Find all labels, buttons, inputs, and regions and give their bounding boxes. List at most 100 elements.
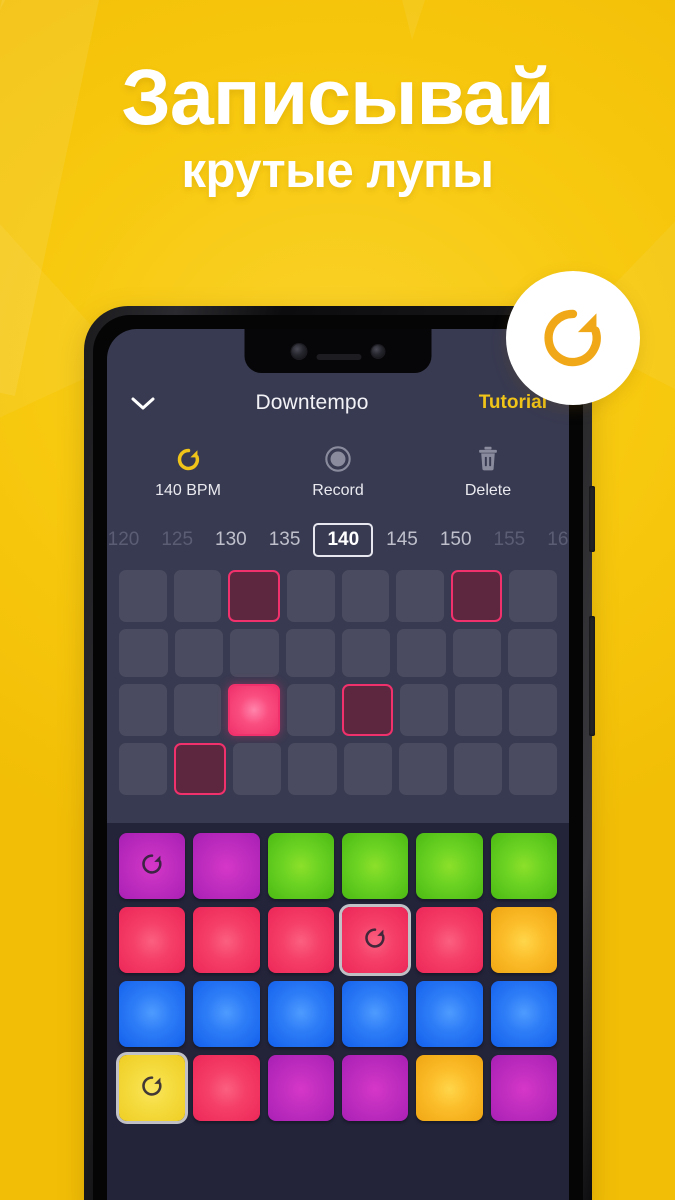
loop-refresh-icon <box>365 927 385 948</box>
sequencer-cell-active[interactable] <box>228 684 280 736</box>
pad-blue[interactable] <box>119 981 186 1047</box>
page-title: Downtempo <box>255 391 369 414</box>
chevron-down-icon <box>131 397 155 410</box>
pad-orange[interactable] <box>416 1055 483 1121</box>
pad-green[interactable] <box>267 833 334 899</box>
pad-blue[interactable] <box>267 981 334 1047</box>
sequencer-cell-off[interactable] <box>119 742 168 795</box>
pad-row <box>119 833 557 899</box>
pad-row <box>119 1055 557 1121</box>
pad-magenta[interactable] <box>193 833 260 899</box>
pad-blue[interactable] <box>416 981 483 1047</box>
bpm-tick[interactable]: 155 <box>483 529 537 551</box>
sequencer-cell-off[interactable] <box>230 628 279 678</box>
bpm-tick[interactable]: 16 <box>536 529 569 551</box>
sequencer-cell-off[interactable] <box>173 570 222 622</box>
bpm-tick[interactable]: 130 <box>204 529 258 551</box>
pad-magenta-loop[interactable] <box>119 833 186 899</box>
sequencer-grid[interactable] <box>107 560 569 795</box>
sequencer-row <box>119 742 557 795</box>
sequencer-row <box>119 684 557 736</box>
sequencer-cell-off[interactable] <box>508 628 557 678</box>
pad-green[interactable] <box>416 833 483 899</box>
sequencer-cell-on[interactable] <box>450 570 503 622</box>
promo-headline: Записывай крутые лупы <box>0 52 675 199</box>
sequencer-cell-off[interactable] <box>509 684 557 736</box>
pad-blue[interactable] <box>193 981 260 1047</box>
loop-refresh-icon <box>544 309 601 367</box>
bpm-button[interactable]: 140 BPM <box>113 443 263 500</box>
sequencer-cell-off[interactable] <box>454 684 503 736</box>
pad-pink[interactable] <box>416 907 483 973</box>
sequencer-cell-off[interactable] <box>452 628 502 678</box>
sequencer-cell-off[interactable] <box>398 742 447 795</box>
bpm-label: 140 BPM <box>155 482 221 499</box>
secondary-camera-icon <box>371 344 385 358</box>
sequencer-cell-off[interactable] <box>288 742 337 795</box>
phone-mockup: Downtempo Tutorial 140 BPM Record Delete… <box>84 306 595 1200</box>
loop-refresh-icon <box>142 853 162 874</box>
sequencer-cell-off[interactable] <box>286 570 335 622</box>
app-header: Downtempo Tutorial <box>107 381 569 425</box>
sequencer-cell-off[interactable] <box>400 684 448 736</box>
sequencer-cell-off[interactable] <box>119 684 167 736</box>
pad-magenta[interactable] <box>490 1055 557 1121</box>
bpm-tick-selected[interactable]: 140 <box>313 523 374 557</box>
sequencer-cell-off[interactable] <box>286 684 335 736</box>
sequencer-cell-off[interactable] <box>233 742 282 795</box>
pad-pink-loop[interactable] <box>341 907 409 973</box>
pad-blue[interactable] <box>341 981 409 1047</box>
bpm-tick[interactable]: 145 <box>375 529 429 551</box>
pad-pink[interactable] <box>119 907 186 973</box>
sequencer-cell-off[interactable] <box>341 628 391 678</box>
app-toolbar: 140 BPM Record Delete <box>107 443 569 500</box>
sequencer-cell-off[interactable] <box>174 628 224 678</box>
pad-pink[interactable] <box>193 1055 260 1121</box>
promo-headline-line2: крутые лупы <box>181 144 494 199</box>
front-camera-icon <box>291 343 307 359</box>
phone-screen: Downtempo Tutorial 140 BPM Record Delete… <box>107 329 569 1200</box>
pad-pink[interactable] <box>267 907 334 973</box>
sequencer-cell-off[interactable] <box>453 742 502 795</box>
sequencer-cell-on[interactable] <box>341 684 394 736</box>
sequencer-cell-on[interactable] <box>228 570 280 622</box>
sequencer-cell-off[interactable] <box>119 570 167 622</box>
earpiece-speaker <box>316 354 362 360</box>
pad-blue[interactable] <box>490 981 557 1047</box>
pad-row <box>119 981 557 1047</box>
sequencer-cell-off[interactable] <box>343 742 392 795</box>
collapse-button[interactable] <box>129 394 165 412</box>
sequencer-cell-off[interactable] <box>508 742 557 795</box>
sequencer-cell-off[interactable] <box>119 628 168 678</box>
sequencer-cell-off[interactable] <box>397 628 446 678</box>
promo-headline-line1: Записывай <box>121 52 554 141</box>
sequencer-cell-off[interactable] <box>285 628 335 678</box>
pad-grid[interactable] <box>107 823 569 1200</box>
sequencer-cell-off[interactable] <box>341 570 390 622</box>
pad-magenta[interactable] <box>341 1055 409 1121</box>
record-button[interactable]: Record <box>263 443 413 500</box>
delete-button[interactable]: Delete <box>413 443 563 500</box>
pad-magenta[interactable] <box>267 1055 334 1121</box>
delete-label: Delete <box>464 482 512 499</box>
sequencer-cell-off[interactable] <box>396 570 444 622</box>
trash-delete-icon <box>413 443 563 475</box>
bpm-ruler[interactable]: 120 125 130 135 140 145 150 155 16 <box>107 520 569 560</box>
bpm-tick[interactable]: 150 <box>429 529 483 551</box>
bpm-tick[interactable]: 135 <box>258 529 312 551</box>
tutorial-button[interactable]: Tutorial <box>459 392 547 414</box>
pad-green[interactable] <box>341 833 409 899</box>
phone-power-button <box>589 486 595 552</box>
phone-notch <box>244 329 432 373</box>
bpm-tick[interactable]: 125 <box>150 529 204 551</box>
sequencer-cell-off[interactable] <box>173 684 222 736</box>
bpm-tick[interactable]: 120 <box>107 529 150 551</box>
pad-pink[interactable] <box>193 907 260 973</box>
sequencer-cell-on[interactable] <box>174 742 227 795</box>
sequencer-row <box>119 628 557 678</box>
pad-yellow-loop[interactable] <box>119 1055 186 1121</box>
pad-green[interactable] <box>490 833 557 899</box>
sequencer-cell-off[interactable] <box>509 570 557 622</box>
pad-orange[interactable] <box>490 907 557 973</box>
loop-refresh-icon <box>142 1075 162 1096</box>
